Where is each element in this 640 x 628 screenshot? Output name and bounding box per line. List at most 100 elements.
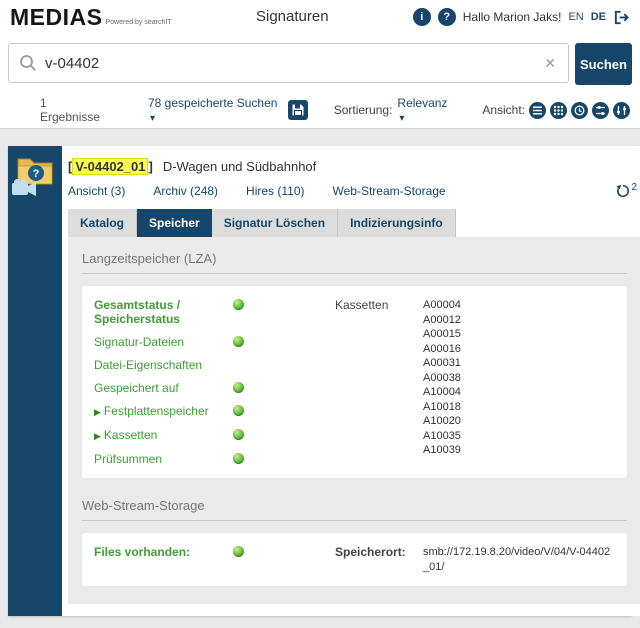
kassetten-label: Kassetten <box>335 298 423 466</box>
result-title: D-Wagen und Südbahnhof <box>163 159 316 174</box>
view-list-icon[interactable] <box>529 102 546 119</box>
lang-en-link[interactable]: EN <box>568 11 583 23</box>
expand-arrow-icon: ▶ <box>94 431 101 441</box>
lza-card: Gesamtstatus / Speicherstatus Signatur-Da… <box>82 286 627 478</box>
kassette-id: A00031 <box>423 356 461 371</box>
lza-heading: Langzeitspeicher (LZA) <box>82 251 627 274</box>
tab-katalog[interactable]: Katalog <box>68 209 137 237</box>
logo-text: MEDIAS <box>10 5 102 29</box>
history-icon <box>616 184 630 198</box>
search-button[interactable]: Suchen <box>575 43 632 85</box>
chevron-down-icon: ▾ <box>399 113 404 124</box>
lza-status-row: Prüfsummen <box>94 452 244 466</box>
clear-search-icon[interactable]: ✕ <box>542 55 558 72</box>
filter-icon[interactable] <box>592 102 609 119</box>
result-card-body: [ V-04402_01 ] D-Wagen und Südbahnhof An… <box>62 146 640 616</box>
lza-status-label: Gesamtstatus / Speicherstatus <box>94 298 230 326</box>
speicherort-label: Speicherort: <box>335 545 423 559</box>
kassette-id: A10035 <box>423 429 461 444</box>
search-row: ✕ Suchen <box>0 34 640 92</box>
lza-status-row: ▶Festplattenspeicher <box>94 404 244 419</box>
video-camera-icon <box>10 178 40 205</box>
status-ok-icon <box>233 336 244 347</box>
kassette-id: A10039 <box>423 443 461 458</box>
link-hires[interactable]: Hires (110) <box>246 184 304 198</box>
result-card: ? [ V-04402_01 ] D-Wagen und Südbahnhof … <box>8 146 632 616</box>
files-status-row: Files vorhanden: <box>94 545 244 559</box>
link-archiv[interactable]: Archiv (248) <box>153 184 218 198</box>
page-title: Signaturen <box>256 8 329 25</box>
signature-id: V-04402_01 <box>72 158 148 175</box>
status-ok-icon <box>233 405 244 416</box>
status-ok-icon <box>233 546 244 557</box>
signature-row: [ V-04402_01 ] D-Wagen und Südbahnhof <box>68 158 640 175</box>
tab-signatur-loeschen[interactable]: Signatur Löschen <box>212 209 338 237</box>
sort-dropdown[interactable]: Relevanz ▾ <box>397 96 454 124</box>
search-box[interactable]: ✕ <box>8 43 569 83</box>
lza-status-row: Gespeichert auf <box>94 381 244 395</box>
search-input[interactable] <box>45 55 542 72</box>
webstream-card: Files vorhanden: Speicherort: smb://172.… <box>82 533 627 586</box>
lza-status-row: Gesamtstatus / Speicherstatus <box>94 298 244 326</box>
kassette-id: A00004 <box>423 298 461 313</box>
sort-label: Sortierung: <box>334 103 393 117</box>
top-bar: MEDIAS Powered by searchIT Signaturen i … <box>0 0 640 34</box>
result-links-row: Ansicht (3) Archiv (248) Hires (110) Web… <box>68 184 640 198</box>
lza-status-label: Datei-Eigenschaften <box>94 358 202 372</box>
chevron-down-icon: ▾ <box>150 113 155 124</box>
status-ok-icon <box>233 429 244 440</box>
lza-status-label: Prüfsummen <box>94 452 162 466</box>
help-icon[interactable]: ? <box>438 8 456 26</box>
signature-bracket: ] <box>148 159 152 174</box>
tab-indizierungsinfo[interactable]: Indizierungsinfo <box>338 209 456 237</box>
lza-status-list: Gesamtstatus / Speicherstatus Signatur-Da… <box>94 298 244 466</box>
lza-status-row: Datei-Eigenschaften <box>94 358 244 372</box>
kassetten-block: Kassetten A00004A00012A00015A00016A00031… <box>335 298 461 466</box>
kassette-id: A00016 <box>423 342 461 357</box>
speicherort-value: smb://172.19.8.20/video/V/04/V-04402_01/ <box>423 545 615 574</box>
display-settings-icon[interactable] <box>613 102 630 119</box>
result-tabs: Katalog Speicher Signatur Löschen Indizi… <box>68 209 640 237</box>
results-area: ? [ V-04402_01 ] D-Wagen und Südbahnhof … <box>0 129 640 628</box>
link-webstream[interactable]: Web-Stream-Storage <box>333 184 446 198</box>
saved-searches-dropdown[interactable]: 78 gespeicherte Suchen ▾ <box>148 96 280 124</box>
save-search-icon[interactable] <box>288 100 308 120</box>
app-logo[interactable]: MEDIAS Powered by searchIT <box>10 5 172 29</box>
info-icon[interactable]: i <box>413 8 431 26</box>
history-count: 2 <box>631 182 637 193</box>
lang-de-link[interactable]: DE <box>591 11 606 23</box>
kassette-id: A10004 <box>423 385 461 400</box>
lza-status-row: ▶Kassetten <box>94 428 244 443</box>
search-icon <box>19 54 37 72</box>
lza-status-label[interactable]: ▶Festplattenspeicher <box>94 404 209 419</box>
kassette-id: A00038 <box>423 371 461 386</box>
view-label: Ansicht: <box>482 103 525 117</box>
logout-icon[interactable] <box>613 9 630 26</box>
kassette-id: A00015 <box>423 327 461 342</box>
history-button[interactable]: 2 <box>616 184 637 198</box>
results-toolbar: 1 Ergebnisse 78 gespeicherte Suchen ▾ So… <box>0 92 640 129</box>
lza-status-label: Gespeichert auf <box>94 381 179 395</box>
webstream-heading: Web-Stream-Storage <box>82 498 627 521</box>
kassetten-values: A00004A00012A00015A00016A00031A00038A100… <box>423 298 461 466</box>
tab-speicher[interactable]: Speicher <box>137 209 212 237</box>
view-grid-icon[interactable] <box>550 102 567 119</box>
status-ok-icon <box>233 382 244 393</box>
lza-status-label: Signatur-Dateien <box>94 335 184 349</box>
result-type-strip: ? <box>8 146 62 616</box>
kassette-id: A10018 <box>423 400 461 415</box>
status-ok-icon <box>233 453 244 464</box>
user-greeting: Hallo Marion Jaks! <box>463 10 562 24</box>
files-label: Files vorhanden: <box>94 545 190 559</box>
logo-subtitle: Powered by searchIT <box>105 19 171 26</box>
speicher-tab-content: Langzeitspeicher (LZA) Gesamtstatus / Sp… <box>68 237 640 604</box>
kassette-id: A00012 <box>423 313 461 328</box>
status-ok-icon <box>233 299 244 310</box>
expand-arrow-icon: ▶ <box>94 407 101 417</box>
lza-status-label[interactable]: ▶Kassetten <box>94 428 157 443</box>
results-count: 1 Ergebnisse <box>40 96 106 124</box>
toolbar-right-icons <box>588 102 630 119</box>
kassette-id: A10020 <box>423 414 461 429</box>
view-history-icon[interactable] <box>571 102 588 119</box>
link-ansicht[interactable]: Ansicht (3) <box>68 184 125 198</box>
